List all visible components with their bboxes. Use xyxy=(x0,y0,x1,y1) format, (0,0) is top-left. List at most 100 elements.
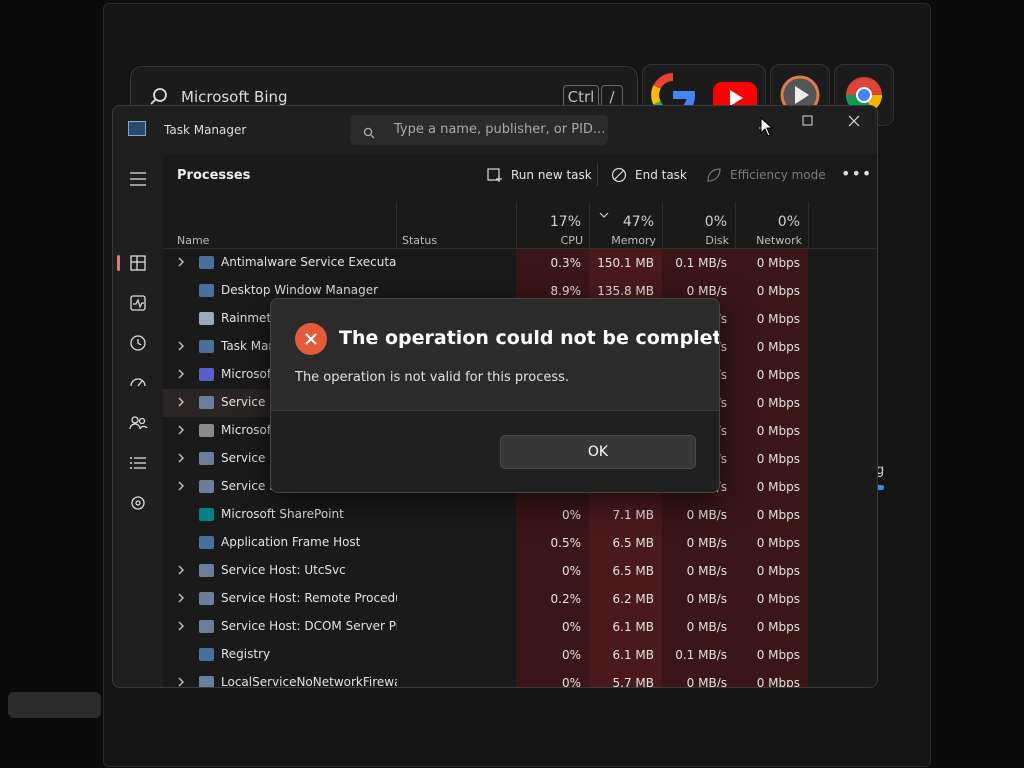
process-name: LocalServiceNoNetworkFirewa... xyxy=(221,675,397,688)
column-cpu-label: CPU xyxy=(560,234,583,247)
ok-button[interactable]: OK xyxy=(500,435,696,469)
more-options-icon[interactable]: ••• xyxy=(841,164,872,183)
users-nav-icon[interactable] xyxy=(127,412,149,434)
services-nav-icon[interactable] xyxy=(127,492,149,514)
process-icon xyxy=(199,368,214,381)
memory-cell: 5.7 MB xyxy=(589,669,662,687)
process-icon xyxy=(199,620,214,633)
process-icon xyxy=(199,480,214,493)
memory-cell: 6.5 MB xyxy=(589,529,662,557)
column-network[interactable]: 0% Network xyxy=(735,202,809,248)
process-name: Service Host: DCOM Server Pr... xyxy=(221,619,397,633)
column-name[interactable]: Name xyxy=(163,202,397,248)
end-task-icon xyxy=(611,167,627,183)
process-icon xyxy=(199,256,214,269)
maximize-icon xyxy=(802,115,813,126)
process-search-input[interactable]: Type a name, publisher, or PID... xyxy=(350,115,608,145)
process-icon xyxy=(199,536,214,549)
details-nav-icon[interactable] xyxy=(127,452,149,474)
disk-cell: 0 MB/s xyxy=(662,557,735,585)
column-cpu[interactable]: 17% CPU xyxy=(516,202,590,248)
expand-chevron-icon[interactable] xyxy=(177,620,185,635)
performance-nav-icon[interactable] xyxy=(127,292,149,314)
run-new-task-label: Run new task xyxy=(511,168,592,182)
network-cell: 0 Mbps xyxy=(735,389,808,417)
memory-cell: 150.1 MB xyxy=(589,249,662,277)
column-memory[interactable]: 47% Memory xyxy=(589,202,663,248)
process-icon xyxy=(199,340,214,353)
disk-cell: 0.1 MB/s xyxy=(662,249,735,277)
network-cell: 0 Mbps xyxy=(735,557,808,585)
column-disk[interactable]: 0% Disk xyxy=(662,202,736,248)
process-icon xyxy=(199,424,214,437)
cpu-cell: 0% xyxy=(516,669,589,687)
expand-chevron-icon[interactable] xyxy=(177,340,185,355)
search-placeholder: Type a name, publisher, or PID... xyxy=(394,122,606,137)
run-new-task-button[interactable]: Run new task xyxy=(487,167,592,183)
column-name-label: Name xyxy=(177,234,210,247)
process-icon xyxy=(199,452,214,465)
cpu-cell: 0.5% xyxy=(516,529,589,557)
network-cell: 0 Mbps xyxy=(735,473,808,501)
process-icon xyxy=(199,564,214,577)
expand-chevron-icon[interactable] xyxy=(177,592,185,607)
column-disk-label: Disk xyxy=(705,234,729,247)
page-title: Processes xyxy=(177,168,251,183)
cpu-cell: 0% xyxy=(516,501,589,529)
app-history-nav-icon[interactable] xyxy=(127,332,149,354)
search-icon xyxy=(363,124,375,143)
dialog-title: The operation could not be completed. xyxy=(339,327,720,349)
memory-cell: 6.5 MB xyxy=(589,557,662,585)
expand-chevron-icon[interactable] xyxy=(177,424,185,439)
nav-active-indicator xyxy=(117,255,120,271)
process-name: Service Host: Remote Procedu... xyxy=(221,591,397,605)
task-manager-app-icon xyxy=(128,121,146,136)
table-row[interactable]: LocalServiceNoNetworkFirewa... 0% 5.7 MB 0 … xyxy=(163,669,808,688)
expand-chevron-icon[interactable] xyxy=(177,256,185,271)
background-taskbar-pill xyxy=(8,692,101,718)
end-task-button[interactable]: End task xyxy=(611,167,687,183)
toolbar-divider xyxy=(597,164,598,186)
error-dialog: The operation could not be completed. Th… xyxy=(270,298,720,493)
network-cell: 0 Mbps xyxy=(735,361,808,389)
network-cell: 0 Mbps xyxy=(735,333,808,361)
process-name: Registry xyxy=(221,647,271,661)
network-cell: 0 Mbps xyxy=(735,669,808,687)
hamburger-menu-icon[interactable] xyxy=(127,168,149,190)
network-cell: 0 Mbps xyxy=(735,585,808,613)
network-cell: 0 Mbps xyxy=(735,501,808,529)
nav-sidebar xyxy=(113,154,163,687)
bing-search-text: Microsoft Bing xyxy=(181,88,288,106)
expand-chevron-icon[interactable] xyxy=(177,396,185,411)
memory-cell: 6.2 MB xyxy=(589,585,662,613)
efficiency-mode-button[interactable]: Efficiency mode xyxy=(706,167,826,183)
table-row[interactable]: Antimalware Service Executable 0.3% 150.1 … xyxy=(163,249,808,277)
process-name: Service Host: UtcSvc xyxy=(221,563,346,577)
processes-nav-icon[interactable] xyxy=(127,252,149,274)
expand-chevron-icon[interactable] xyxy=(177,452,185,467)
table-row[interactable]: Application Frame Host 0.5% 6.5 MB 0 MB/s 0 … xyxy=(163,529,808,557)
leaf-icon xyxy=(707,168,721,182)
table-row[interactable]: Service Host: Remote Procedu... 0.2% 6.2 M… xyxy=(163,585,808,613)
expand-chevron-icon[interactable] xyxy=(177,564,185,579)
disk-cell: 0 MB/s xyxy=(662,669,735,687)
table-row[interactable]: Registry 0% 6.1 MB 0.1 MB/s 0 Mbps xyxy=(163,641,808,669)
expand-chevron-icon[interactable] xyxy=(177,480,185,495)
cpu-cell: 0% xyxy=(516,641,589,669)
table-row[interactable]: Microsoft SharePoint 0% 7.1 MB 0 MB/s 0 Mbps xyxy=(163,501,808,529)
table-row[interactable]: Service Host: UtcSvc 0% 6.5 MB 0 MB/s 0 Mbps xyxy=(163,557,808,585)
memory-cell: 6.1 MB xyxy=(589,613,662,641)
cpu-cell: 0% xyxy=(516,613,589,641)
column-network-label: Network xyxy=(756,234,802,247)
table-row[interactable]: Service Host: DCOM Server Pr... 0% 6.1 MB 0… xyxy=(163,613,808,641)
maximize-button[interactable] xyxy=(784,113,830,143)
startup-apps-nav-icon[interactable] xyxy=(127,372,149,394)
sort-chevron-icon xyxy=(599,208,609,221)
expand-chevron-icon[interactable] xyxy=(177,368,185,383)
column-memory-label: Memory xyxy=(611,234,656,247)
expand-chevron-icon[interactable] xyxy=(177,676,185,687)
column-status[interactable]: Status xyxy=(396,202,517,248)
network-cell: 0 Mbps xyxy=(735,445,808,473)
close-button[interactable] xyxy=(830,113,876,143)
process-icon xyxy=(199,312,214,325)
